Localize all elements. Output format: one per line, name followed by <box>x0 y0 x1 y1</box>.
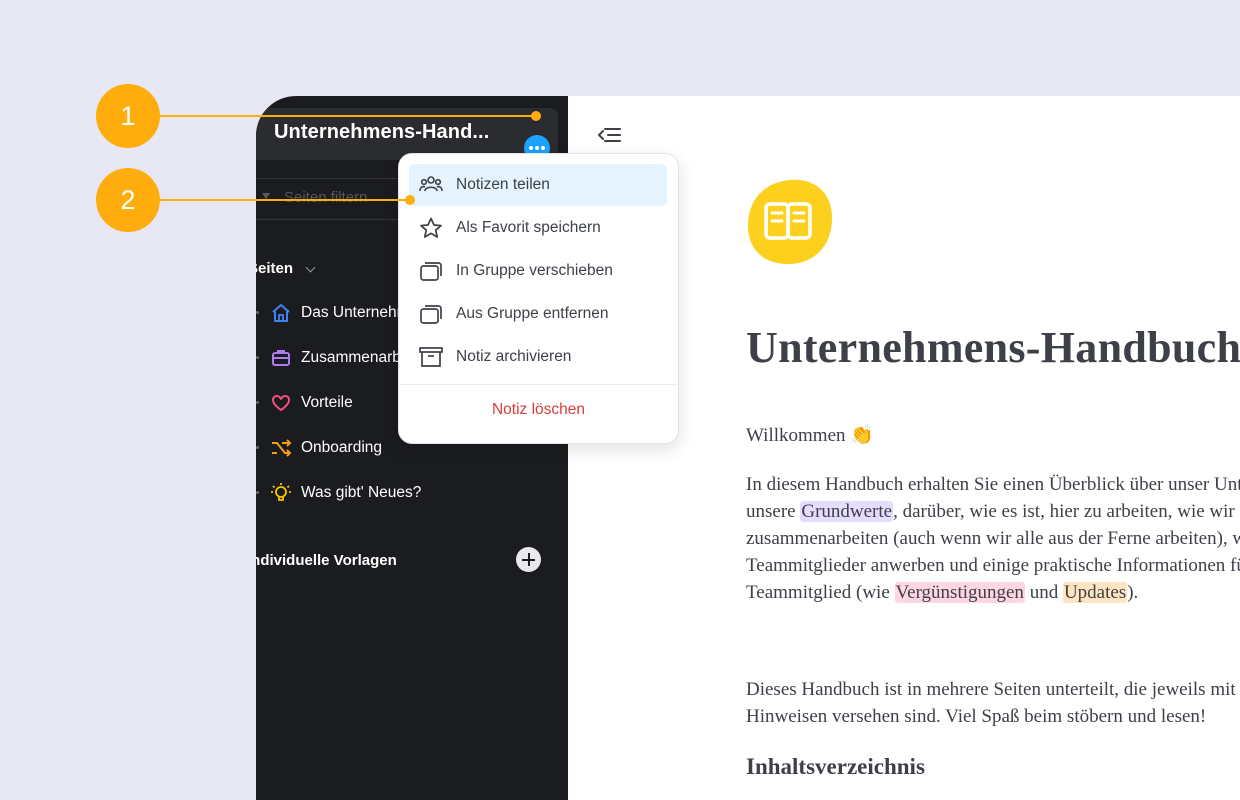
lightbulb-icon <box>271 483 291 501</box>
paragraph-line: Dieses Handbuch ist in mehrere Seiten un… <box>746 679 1240 700</box>
menu-item-share-notes[interactable]: Notizen teilen <box>409 164 667 206</box>
shuffle-icon <box>272 439 292 457</box>
intro-line: In diesem Handbuch erhalten Sie einen Üb… <box>746 474 1240 495</box>
menu-item-label: Notizen teilen <box>456 176 550 193</box>
callout-badge-2: 2 <box>96 168 160 232</box>
toc-heading[interactable]: Inhaltsverzeichnis <box>746 754 925 780</box>
archive-icon <box>419 347 443 367</box>
text-run: und <box>1024 582 1063 603</box>
structure-paragraph[interactable]: Dieses Handbuch ist in mehrere Seiten un… <box>746 676 1240 730</box>
menu-item-label: Notiz archivieren <box>456 348 572 365</box>
menu-item-remove-from-group[interactable]: Aus Gruppe entfernen <box>409 293 667 335</box>
people-icon <box>419 176 443 192</box>
filter-placeholder: Seiten filtern <box>284 189 368 206</box>
sidebar-item-news[interactable]: Was gibt' Neues? <box>256 478 568 508</box>
menu-item-move-to-group[interactable]: In Gruppe verschieben <box>409 250 667 292</box>
menu-divider <box>399 384 678 385</box>
heart-icon <box>272 395 290 411</box>
intro-line: unsere Grundwerte, darüber, wie es ist, … <box>746 498 1240 525</box>
delete-note-button[interactable]: Notiz löschen <box>399 401 678 419</box>
document-title[interactable]: Unternehmens-Handbuch <box>746 322 1240 373</box>
callout-badge-1: 1 <box>96 84 160 148</box>
intro-line: zusammenarbeiten (auch wenn wir alle aus… <box>746 528 1240 549</box>
group-icon <box>420 262 442 281</box>
callout-line-2 <box>158 199 410 201</box>
bullet-icon <box>256 401 259 404</box>
note-context-menu: Notizen teilen Als Favorit speichern In … <box>398 153 679 444</box>
templates-section-label[interactable]: Individuelle Vorlagen <box>256 552 397 569</box>
bullet-icon <box>256 311 259 314</box>
menu-item-save-favorite[interactable]: Als Favorit speichern <box>409 207 667 249</box>
text-run: , darüber, wie es ist, hier zu arbeiten,… <box>893 501 1235 522</box>
bullet-icon <box>256 491 259 494</box>
more-dot-icon <box>541 146 545 150</box>
more-dot-icon <box>529 146 533 150</box>
workspace-title: Unternehmens-Hand... <box>274 121 490 143</box>
collapse-sidebar-icon[interactable] <box>596 124 622 146</box>
intro-line: Teammitglied (wie Vergünstigungen und Up… <box>746 579 1240 606</box>
bullet-icon <box>256 356 259 359</box>
chevron-down-icon[interactable] <box>305 262 316 273</box>
text-run: unsere <box>746 501 801 522</box>
sidebar-item-label: Onboarding <box>301 439 383 456</box>
intro-paragraph[interactable]: In diesem Handbuch erhalten Sie einen Üb… <box>746 471 1240 606</box>
intro-line: Teammitglieder anwerben und einige prakt… <box>746 555 1240 576</box>
paragraph-line: Hinweisen versehen sind. Viel Spaß beim … <box>746 706 1207 727</box>
welcome-text[interactable]: Willkommen 👏 <box>746 422 874 449</box>
highlight-updates[interactable]: Updates <box>1062 582 1128 603</box>
highlight-core-values[interactable]: Grundwerte <box>800 501 894 522</box>
bullet-icon <box>256 446 259 449</box>
menu-item-archive-note[interactable]: Notiz archivieren <box>409 336 667 378</box>
group-icon <box>420 305 442 324</box>
home-icon <box>272 304 290 322</box>
menu-item-label: Aus Gruppe entfernen <box>456 305 609 322</box>
text-run: ). <box>1127 582 1139 603</box>
highlight-perks[interactable]: Vergünstigungen <box>894 582 1025 603</box>
star-icon <box>420 217 442 238</box>
callout-dot-2 <box>405 195 415 205</box>
sidebar-item-label: Vorteile <box>301 394 353 411</box>
sidebar-item-label: Was gibt' Neues? <box>301 484 422 501</box>
pages-section-label[interactable]: Seiten <box>256 260 293 277</box>
more-dot-icon <box>535 146 539 150</box>
book-icon[interactable] <box>746 178 834 266</box>
menu-item-label: In Gruppe verschieben <box>456 262 613 279</box>
text-run: Teammitglied (wie <box>746 582 895 603</box>
add-template-button[interactable] <box>516 547 541 572</box>
callout-dot-1 <box>531 111 541 121</box>
briefcase-icon <box>272 350 290 366</box>
callout-line-1 <box>158 115 538 117</box>
menu-item-label: Als Favorit speichern <box>456 219 601 236</box>
